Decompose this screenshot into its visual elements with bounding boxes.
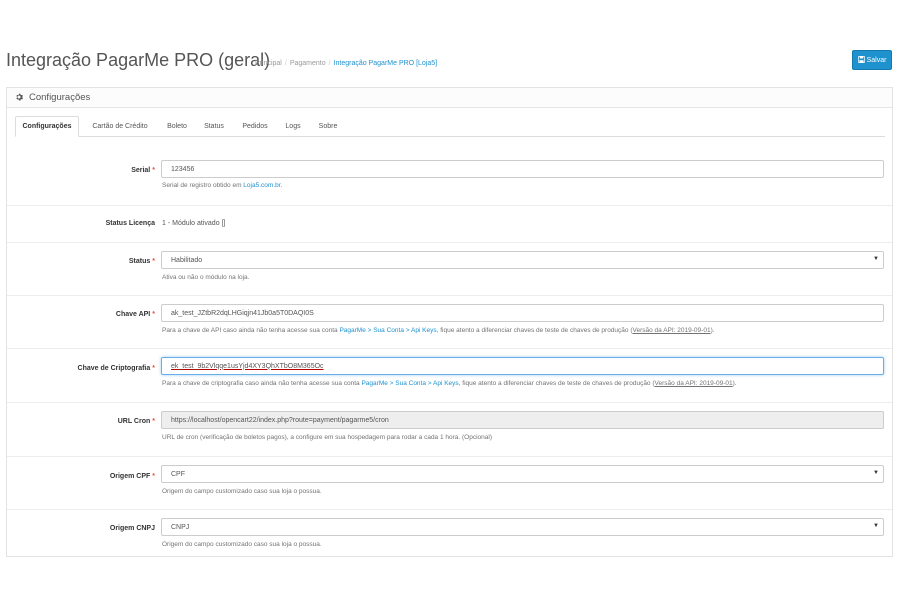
status-help: Ativa ou não o módulo na loja. <box>162 274 250 281</box>
crypto-key-input[interactable]: ek_test_9b2Vlqqe1usYjd4XY3QhXTbO8M365Oc <box>161 357 884 375</box>
api-key-help: Para a chave de API caso ainda não tenha… <box>162 327 715 334</box>
cpf-origin-help: Origem do campo customizado caso sua loj… <box>162 488 322 495</box>
page-header: Integração PagarMe PRO (geral) Principal… <box>0 44 900 78</box>
tab-pedidos[interactable]: Pedidos <box>237 116 273 137</box>
cron-url-label: URL Cron * <box>117 418 155 425</box>
license-label: Status Licença <box>105 220 155 227</box>
form-row-api-key: Chave API * ak_test_JZtbR2dqLHGiqjn41Jb0a… <box>7 295 892 348</box>
cron-url-help: URL de cron (verificação de boletos pago… <box>162 434 493 441</box>
panel-heading: Configurações <box>7 88 892 108</box>
cnpj-origin-help: Origem do campo customizado caso sua loj… <box>162 541 322 548</box>
form-row-cron-url: URL Cron * https://localhost/opencart22/i… <box>7 402 892 456</box>
serial-input[interactable]: 123456 <box>161 160 884 178</box>
form-row-cpf-origin: Origem CPF * CPF ▼ Origem do campo customi… <box>7 456 892 509</box>
serial-help: Serial de registro obtido em Loja5.com.b… <box>162 182 283 189</box>
cron-url-input[interactable]: https://localhost/opencart22/index.php?r… <box>161 411 884 429</box>
cpf-origin-label: Origem CPF * <box>109 473 155 480</box>
cnpj-origin-label: Origem CNPJ <box>109 525 155 532</box>
breadcrumb: Principal / Pagamento / Integração PagarMe P… <box>255 60 438 67</box>
status-select[interactable]: Habilitado ▼ <box>161 251 884 269</box>
license-value: 1 - Módulo ativado [] <box>162 220 226 227</box>
api-key-label: Chave API * <box>115 311 155 318</box>
loja5-link[interactable]: Loja5.com.br <box>243 182 280 189</box>
form-row-cnpj-origin: Origem CNPJ CNPJ ▼ Origem do campo custom… <box>7 509 892 556</box>
breadcrumb-item-home[interactable]: Principal <box>255 60 282 67</box>
tab-bar: Configurações Cartão de Crédito Boleto S… <box>15 116 885 137</box>
tab-sobre[interactable]: Sobre <box>312 116 344 137</box>
settings-panel: Configurações Configurações Cartão de Cr… <box>6 87 893 557</box>
tab-configuracoes[interactable]: Configurações <box>15 116 79 137</box>
serial-label: Serial * <box>131 167 155 174</box>
save-icon <box>857 55 865 65</box>
tab-status[interactable]: Status <box>198 116 230 137</box>
crypto-key-help: Para a chave de criptografia caso ainda … <box>162 380 737 387</box>
form-row-serial: Serial * 123456 Serial de registro obtido… <box>7 149 892 205</box>
save-label: Salvar <box>866 56 887 64</box>
api-version-link-2[interactable]: Versão da API: 2019-09-01 <box>655 380 733 387</box>
tab-boleto[interactable]: Boleto <box>160 116 194 137</box>
breadcrumb-item-payment[interactable]: Pagamento <box>290 60 326 67</box>
form-row-status: Status * Habilitado ▼ Ativa ou não o módul… <box>7 242 892 295</box>
status-label: Status * <box>128 258 155 265</box>
cpf-origin-select[interactable]: CPF ▼ <box>161 465 884 483</box>
pagarme-api-keys-link[interactable]: PagarMe > Sua Conta > Api Keys <box>339 327 436 334</box>
panel-title: Configurações <box>29 92 91 103</box>
crypto-key-label: Chave de Criptografia * <box>77 365 155 372</box>
pagarme-api-keys-link-2[interactable]: PagarMe > Sua Conta > Api Keys <box>361 380 458 387</box>
breadcrumb-item-current[interactable]: Integração PagarMe PRO [Loja5] <box>334 60 438 67</box>
api-key-input[interactable]: ak_test_JZtbR2dqLHGiqjn41Jb0a5T0DAQI0S <box>161 304 884 322</box>
gear-icon <box>15 93 23 103</box>
save-button[interactable]: Salvar <box>852 50 892 70</box>
chevron-down-icon: ▼ <box>873 470 879 476</box>
api-version-link[interactable]: Versão da API: 2019-09-01 <box>633 327 711 334</box>
chevron-down-icon: ▼ <box>873 523 879 529</box>
cnpj-origin-select[interactable]: CNPJ ▼ <box>161 518 884 536</box>
chevron-down-icon: ▼ <box>873 256 879 262</box>
form-row-crypto-key: Chave de Criptografia * ek_test_9b2Vlqqe1… <box>7 348 892 402</box>
tab-cartao-credito[interactable]: Cartão de Crédito <box>85 116 155 137</box>
page-title: Integração PagarMe PRO (geral) <box>6 50 271 70</box>
tab-logs[interactable]: Logs <box>279 116 307 137</box>
form-row-license: Status Licença 1 - Módulo ativado [] <box>7 205 892 242</box>
